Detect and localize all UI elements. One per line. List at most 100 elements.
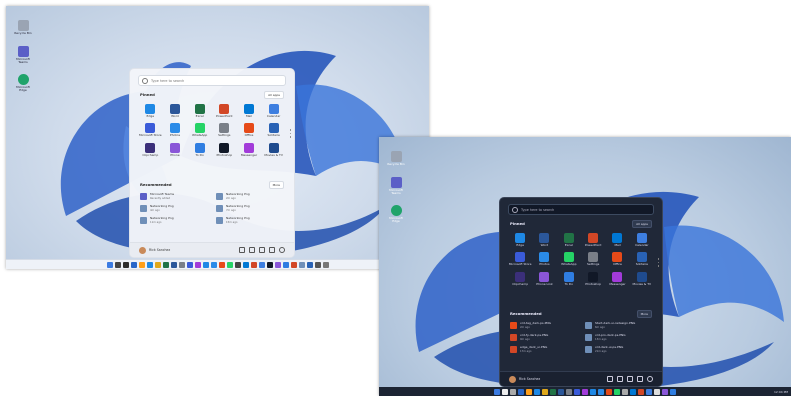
taskbar-app-icon[interactable]	[106, 261, 113, 268]
more-button[interactable]: More	[636, 310, 652, 318]
all-apps-button[interactable]: All apps	[632, 220, 652, 228]
recommended-item[interactable]: Networking Png 15m ago	[216, 217, 284, 224]
pinned-app[interactable]: Mail	[605, 233, 629, 247]
taskbar-app-icon[interactable]	[154, 261, 161, 268]
recommended-item[interactable]: Microsoft Teams Recently added	[140, 193, 208, 200]
pinned-app[interactable]: Messenger	[237, 142, 262, 157]
search-input[interactable]: Type here to search	[138, 75, 286, 86]
file-explorer-icon[interactable]	[269, 247, 275, 253]
taskbar-app-icon[interactable]	[130, 261, 137, 268]
taskbar-app-icon[interactable]	[510, 388, 516, 395]
documents-icon[interactable]	[607, 376, 613, 382]
taskbar-app-icon[interactable]	[218, 261, 225, 268]
pinned-app[interactable]: Clipchamp	[138, 142, 163, 157]
recommended-item[interactable]: Networking Png 7m ago	[216, 205, 284, 212]
taskbar-app-icon[interactable]	[542, 388, 548, 395]
taskbar-app-icon[interactable]	[186, 261, 193, 268]
recommended-item[interactable]: vrd-fy-dark-ps.PNG 9m ago	[510, 334, 577, 341]
desktop-icon-recycle-bin[interactable]: Recycle Bin	[385, 151, 407, 166]
pinned-app[interactable]: Word	[532, 233, 556, 247]
taskbar-app-icon[interactable]	[534, 388, 540, 395]
taskbar-app-icon[interactable]	[250, 261, 257, 268]
taskbar-app-icon[interactable]	[638, 388, 644, 395]
pinned-app[interactable]: Clipchamp	[508, 271, 532, 286]
taskbar-app-icon[interactable]	[558, 388, 564, 395]
taskbar-app-icon[interactable]	[298, 261, 305, 268]
taskbar-app-icon[interactable]	[194, 261, 201, 268]
recommended-item[interactable]: vrd-pro-dark-ps.PNG 13m ago	[585, 334, 652, 341]
taskbar-app-icon[interactable]	[518, 388, 524, 395]
taskbar-app-icon[interactable]	[162, 261, 169, 268]
pinned-app[interactable]: Office	[237, 123, 262, 137]
taskbar-app-icon[interactable]	[290, 261, 297, 268]
taskbar-app-icon[interactable]	[306, 261, 313, 268]
file-explorer-icon[interactable]	[637, 376, 643, 382]
power-icon[interactable]	[279, 247, 285, 253]
pinned-app[interactable]: WhatsApp	[187, 123, 212, 137]
all-apps-button[interactable]: All apps	[264, 91, 284, 99]
page-indicator[interactable]	[289, 129, 291, 138]
taskbar-app-icon[interactable]	[502, 388, 508, 395]
taskbar-app-icon[interactable]	[598, 388, 604, 395]
recommended-item[interactable]: Start-dark-ui-redesign.PNG 6m ago	[585, 322, 652, 329]
power-icon[interactable]	[647, 376, 653, 382]
pinned-app[interactable]: Movies & TV	[630, 271, 654, 286]
recommended-item[interactable]: Networking Png 4m ago	[140, 205, 208, 212]
taskbar-app-icon[interactable]	[550, 388, 556, 395]
taskbar-app-icon[interactable]	[122, 261, 129, 268]
page-indicator[interactable]	[657, 258, 659, 267]
pinned-app[interactable]: Photos	[163, 123, 188, 137]
settings-icon[interactable]	[627, 376, 633, 382]
recommended-item[interactable]: Networking Png 2m ago	[216, 193, 284, 200]
settings-icon[interactable]	[259, 247, 265, 253]
desktop-icon-teams[interactable]: Microsoft Teams	[385, 177, 407, 195]
avatar[interactable]	[139, 246, 146, 254]
taskbar-app-icon[interactable]	[566, 388, 572, 395]
pinned-app[interactable]: Photos	[532, 252, 556, 266]
documents-icon[interactable]	[239, 247, 245, 253]
pinned-app[interactable]: PowerPoint	[212, 104, 237, 118]
pinned-app[interactable]: Microsoft Store	[138, 123, 163, 137]
taskbar-app-icon[interactable]	[114, 261, 121, 268]
taskbar-app-icon[interactable]	[234, 261, 241, 268]
pinned-app[interactable]: Microsoft Store	[508, 252, 532, 266]
taskbar-app-icon[interactable]	[630, 388, 636, 395]
taskbar-app-icon[interactable]	[178, 261, 185, 268]
pinned-app[interactable]: Messenger	[605, 271, 629, 286]
pinned-app[interactable]: Edge	[138, 104, 163, 118]
pinned-app[interactable]: Movies & TV	[261, 142, 286, 157]
avatar[interactable]	[509, 375, 516, 383]
user-name[interactable]: Rick Sanchez	[519, 377, 540, 381]
desktop-icon-edge[interactable]: Microsoft Edge	[12, 74, 34, 92]
taskbar-app-icon[interactable]	[590, 388, 596, 395]
taskbar-app-icon[interactable]	[322, 261, 329, 268]
pinned-app[interactable]: Word	[163, 104, 188, 118]
taskbar-app-icon[interactable]	[138, 261, 145, 268]
taskbar-app-icon[interactable]	[646, 388, 652, 395]
more-button[interactable]: More	[268, 181, 284, 189]
recommended-item[interactable]: edge_dark_ui.PNG 17m ago	[510, 346, 577, 353]
user-name[interactable]: Rick Sanchez	[149, 248, 170, 252]
pinned-app[interactable]: Excel	[187, 104, 212, 118]
taskbar-app-icon[interactable]	[274, 261, 281, 268]
taskbar-app-icon[interactable]	[526, 388, 532, 395]
taskbar-app-icon[interactable]	[582, 388, 588, 395]
pinned-app[interactable]: Edge	[508, 233, 532, 247]
recommended-item[interactable]: vrd-tag_dark-ps.PNG 2m ago	[510, 322, 577, 329]
taskbar-app-icon[interactable]	[574, 388, 580, 395]
taskbar-app-icon[interactable]	[282, 261, 289, 268]
pinned-app[interactable]: Phone	[163, 142, 188, 157]
taskbar-app-icon[interactable]	[146, 261, 153, 268]
taskbar-app-icon[interactable]	[202, 261, 209, 268]
pinned-app[interactable]: WhatsApp	[557, 252, 581, 266]
taskbar-app-icon[interactable]	[606, 388, 612, 395]
search-input[interactable]: Type here to search	[508, 204, 654, 215]
pinned-app[interactable]: Photoshop	[212, 142, 237, 157]
taskbar-app-icon[interactable]	[670, 388, 676, 395]
taskbar-app-icon[interactable]	[614, 388, 620, 395]
desktop-icon-recycle-bin[interactable]: Recycle Bin	[12, 20, 34, 35]
pinned-app[interactable]: Solitaire	[630, 252, 654, 266]
taskbar-app-icon[interactable]	[266, 261, 273, 268]
taskbar-app-icon[interactable]	[662, 388, 668, 395]
pinned-app[interactable]: Photoshop	[581, 271, 605, 286]
